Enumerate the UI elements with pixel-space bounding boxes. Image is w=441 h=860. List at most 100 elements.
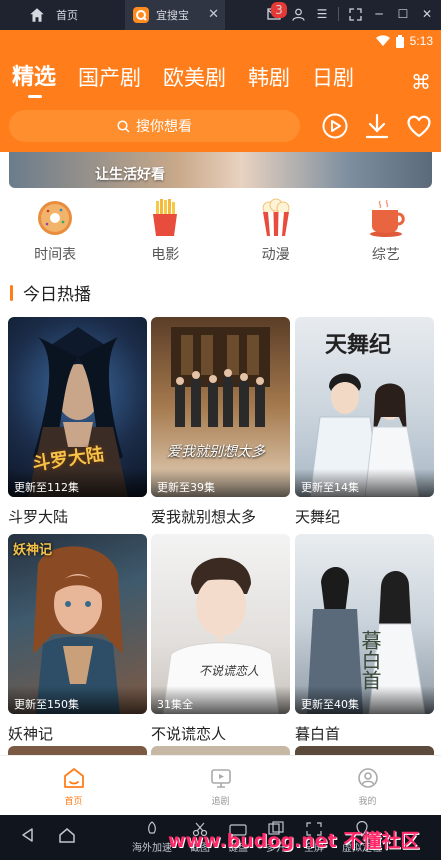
nav-profile[interactable]: 我的 — [294, 756, 441, 815]
category-anime[interactable]: 动漫 — [221, 198, 331, 268]
tab-western-drama[interactable]: 欧美剧 — [163, 66, 226, 90]
download-icon[interactable] — [363, 112, 391, 140]
nav-label: 追剧 — [211, 797, 230, 807]
poster-title-art: 爱我就别想太多 — [167, 444, 265, 460]
episode-status: 更新至40集 — [295, 686, 434, 714]
wifi-icon — [375, 35, 390, 46]
sys-item-acceleration[interactable]: 海外加速 — [132, 821, 172, 854]
show-title[interactable]: 爱我就别想太多 — [151, 506, 290, 527]
episode-status: 更新至150集 — [8, 686, 147, 714]
banner-text: 让生活好看 — [95, 167, 165, 183]
poster-title-art: 天舞纪 — [325, 332, 392, 358]
show-card-partial[interactable] — [8, 746, 147, 755]
episode-status: 更新至39集 — [151, 469, 290, 497]
section-title: 今日热播 — [10, 280, 91, 305]
nav-label: 首页 — [64, 797, 83, 807]
profile-icon — [357, 768, 378, 788]
category-tabs: 精选 国产剧 欧美剧 韩剧 日剧 — [12, 66, 354, 98]
category-label: 电影 — [151, 247, 180, 263]
category-label: 综艺 — [371, 247, 400, 263]
episode-status: 31集全 — [151, 686, 290, 714]
poster-title-art: 暮白首 — [358, 630, 382, 690]
home-icon — [30, 8, 44, 22]
show-poster[interactable]: 妖神记 更新至150集 — [8, 534, 147, 714]
close-window-icon[interactable]: ✕ — [419, 6, 435, 22]
category-label: 时间表 — [34, 247, 77, 263]
show-poster[interactable]: 暮白首 更新至40集 — [295, 534, 434, 714]
message-badge: 3 — [271, 2, 287, 18]
emulator-home-tab[interactable]: 首页 — [28, 6, 78, 24]
separator — [338, 7, 339, 21]
search-icon — [117, 119, 130, 133]
favorite-heart-icon[interactable] — [405, 112, 433, 140]
tab-korean-drama[interactable]: 韩剧 — [248, 66, 290, 90]
close-tab-icon[interactable]: ✕ — [208, 7, 219, 22]
section-accent-bar — [10, 284, 13, 301]
bottom-navigation: 首页 追剧 我的 — [0, 755, 441, 815]
maximize-icon[interactable]: ☐ — [395, 6, 411, 22]
screenshot-mode-icon[interactable] — [347, 6, 363, 22]
tv-icon — [210, 769, 231, 788]
window-controls: 3 ☰ ─ ☐ ✕ — [266, 2, 435, 22]
tab-japanese-drama[interactable]: 日剧 — [312, 66, 354, 90]
back-icon[interactable] — [20, 827, 36, 843]
status-bar: 5:13 — [375, 34, 433, 48]
emulator-app-tab[interactable]: 宜搜宝 ✕ — [125, 0, 225, 30]
quick-categories: 时间表 电影 动漫 综艺 — [0, 198, 441, 268]
show-card[interactable]: 暮白首 更新至40集 暮白首 — [295, 534, 434, 744]
app-logo-icon — [133, 7, 149, 23]
show-title[interactable]: 天舞纪 — [295, 506, 434, 527]
battery-icon — [395, 34, 404, 48]
menu-icon[interactable]: ☰ — [314, 6, 330, 22]
mail-icon[interactable]: 3 — [266, 2, 287, 22]
show-card-partial[interactable] — [295, 746, 434, 755]
user-icon[interactable] — [290, 6, 306, 22]
show-card[interactable]: 天舞纪 更新至14集 天舞纪 — [295, 317, 434, 527]
minimize-icon[interactable]: ─ — [371, 6, 387, 22]
home-icon[interactable] — [58, 827, 76, 843]
category-variety[interactable]: 综艺 — [331, 198, 441, 268]
play-history-icon[interactable] — [321, 112, 349, 140]
watermark-text: www.budog.net 不懂社区 — [168, 830, 420, 852]
show-poster[interactable]: 天舞纪 更新至14集 — [295, 317, 434, 497]
show-title[interactable]: 斗罗大陆 — [8, 506, 147, 527]
show-poster[interactable]: 斗罗大陆 更新至112集 — [8, 317, 147, 497]
fries-icon — [153, 199, 178, 236]
status-time: 5:13 — [409, 34, 433, 48]
search-bar[interactable]: 搜你想看 — [9, 110, 300, 142]
section-title-text: 今日热播 — [23, 285, 91, 305]
more-categories-icon[interactable]: ⌘ — [411, 70, 431, 94]
show-title[interactable]: 不说谎恋人 — [151, 723, 290, 744]
show-title[interactable]: 暮白首 — [295, 723, 434, 744]
popcorn-icon — [262, 198, 290, 236]
app-header: 5:13 精选 国产剧 欧美剧 韩剧 日剧 ⌘ 搜你想看 — [0, 30, 441, 152]
cup-icon — [369, 199, 405, 237]
show-title[interactable]: 妖神记 — [8, 723, 147, 744]
show-card[interactable]: 不说谎恋人 31集全 不说谎恋人 — [151, 534, 290, 744]
promo-banner[interactable]: 让生活好看 — [9, 152, 432, 188]
nav-home[interactable]: 首页 — [0, 756, 147, 815]
emulator-title-bar: 首页 宜搜宝 ✕ 3 ☰ ─ ☐ ✕ — [0, 0, 441, 30]
show-poster[interactable]: 爱我就别想太多 更新至39集 — [151, 317, 290, 497]
category-label: 动漫 — [261, 247, 290, 263]
search-placeholder: 搜你想看 — [136, 119, 192, 135]
nav-label: 我的 — [358, 797, 377, 807]
header-actions — [321, 112, 433, 140]
category-schedule[interactable]: 时间表 — [0, 198, 110, 268]
rocket-icon — [148, 821, 156, 834]
sys-item-label: 海外加速 — [132, 843, 172, 854]
tab-domestic-drama[interactable]: 国产剧 — [78, 66, 141, 90]
show-card[interactable]: 妖神记 更新至150集 妖神记 — [8, 534, 147, 744]
show-card-partial[interactable] — [151, 746, 290, 755]
emulator-home-tab-label: 首页 — [56, 9, 78, 22]
nav-follow[interactable]: 追剧 — [147, 756, 294, 815]
show-poster[interactable]: 不说谎恋人 31集全 — [151, 534, 290, 714]
tab-featured[interactable]: 精选 — [12, 66, 56, 98]
donut-icon — [38, 201, 73, 235]
show-card[interactable]: 爱我就别想太多 更新至39集 爱我就别想太多 — [151, 317, 290, 527]
poster-title-art: 妖神记 — [13, 543, 53, 558]
episode-status: 更新至14集 — [295, 469, 434, 497]
show-card[interactable]: 斗罗大陆 更新至112集 斗罗大陆 — [8, 317, 147, 527]
category-movies[interactable]: 电影 — [110, 198, 220, 268]
poster-title-art: 不说谎恋人 — [199, 664, 260, 678]
